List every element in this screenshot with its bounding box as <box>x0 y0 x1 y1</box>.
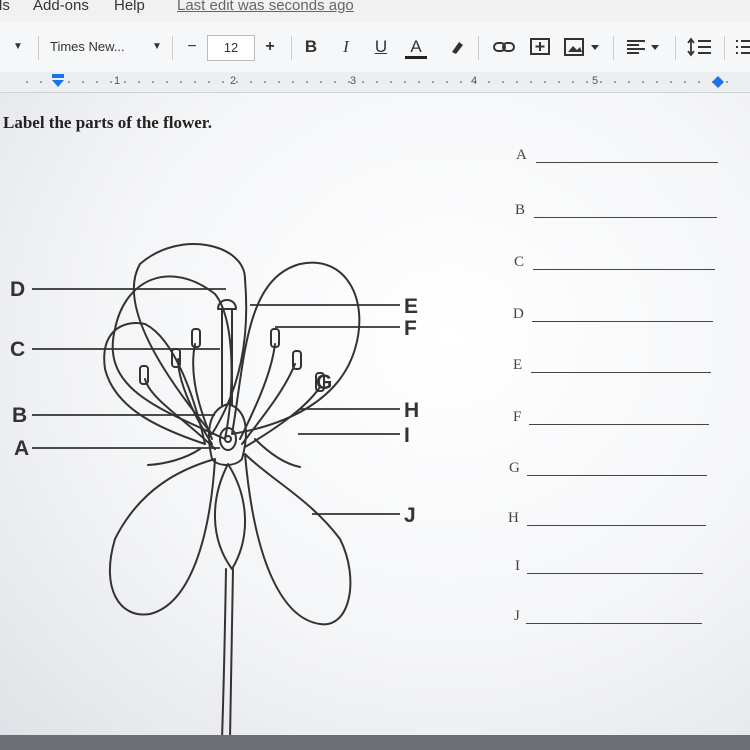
diagram-label-b: B <box>12 404 27 427</box>
answer-row-a: A <box>516 147 718 164</box>
insert-image-icon[interactable] <box>562 35 604 59</box>
link-icon[interactable] <box>490 35 518 59</box>
petal-bottom-right <box>244 453 352 626</box>
last-edit-link[interactable]: Last edit was seconds ago <box>177 0 354 14</box>
answer-blank[interactable] <box>529 424 709 425</box>
menu-help[interactable]: Help <box>114 0 145 14</box>
ovule-core <box>224 435 232 443</box>
sepal <box>213 463 247 570</box>
answer-letter: A <box>516 147 527 163</box>
increase-font-size-button[interactable]: + <box>260 35 280 59</box>
toolbar-divider <box>172 36 173 60</box>
answer-row-i: I <box>515 558 703 575</box>
menu-addons[interactable]: Add-ons <box>33 0 89 14</box>
highlight-icon[interactable] <box>445 35 469 59</box>
right-indent-marker-icon[interactable] <box>710 76 726 90</box>
toolbar-divider <box>291 36 292 60</box>
diagram-label-g: G <box>316 371 332 394</box>
answer-blank[interactable] <box>531 372 711 373</box>
answer-letter: C <box>514 254 525 270</box>
font-family-value: Times New... <box>50 39 125 54</box>
left-indent-marker-icon[interactable] <box>50 74 66 88</box>
answer-row-g: G <box>509 460 707 477</box>
petal-bottom-left <box>109 458 216 616</box>
menu-tools[interactable]: ls <box>0 0 10 14</box>
list-icon[interactable] <box>734 35 750 59</box>
stem <box>221 568 227 739</box>
ruler-mark: 4 <box>471 75 478 87</box>
answer-letter: J <box>514 608 520 624</box>
ruler-mark: 2 <box>230 75 237 87</box>
answer-letter: D <box>513 306 524 322</box>
ruler-mark: 5 <box>592 75 599 87</box>
answer-blank[interactable] <box>526 623 702 624</box>
diagram-label-i: I <box>404 424 410 447</box>
answer-letter: I <box>515 558 520 574</box>
ovule <box>219 427 237 451</box>
answer-row-e: E <box>513 357 711 374</box>
answer-letter: H <box>508 510 519 526</box>
sepal-left <box>147 448 201 466</box>
insert-comment-icon[interactable] <box>527 35 553 59</box>
underline-button[interactable]: U <box>370 35 392 59</box>
answer-row-b: B <box>515 202 717 219</box>
toolbar-divider <box>478 36 479 60</box>
text-color-button[interactable]: A <box>405 35 427 59</box>
answer-blank[interactable] <box>532 321 713 322</box>
toolbar-divider <box>38 36 39 60</box>
answer-blank[interactable] <box>527 525 706 526</box>
diagram-label-c: C <box>10 338 25 361</box>
answer-letter: G <box>509 460 520 476</box>
diagram-label-d: D <box>10 278 25 301</box>
font-size-input[interactable]: 12 <box>207 35 255 61</box>
ruler-mark: 3 <box>350 75 357 87</box>
answer-letter: E <box>513 357 523 373</box>
stem-edge <box>229 568 234 739</box>
toolbar-divider <box>724 36 725 60</box>
ruler: 1 2 3 4 5 <box>0 72 750 93</box>
answer-blank[interactable] <box>527 573 703 574</box>
diagram-label-h: H <box>404 399 419 422</box>
diagram-label-e: E <box>404 295 418 318</box>
worksheet-heading: Label the parts of the flower. <box>3 113 213 132</box>
answer-row-c: C <box>514 254 715 271</box>
font-family-select[interactable]: Times New... ▼ <box>50 35 162 59</box>
document-page[interactable]: Label the parts of the flower. A B C D E… <box>0 93 750 750</box>
align-left-icon[interactable] <box>624 35 664 59</box>
chevron-down-icon[interactable]: ▼ <box>10 35 26 59</box>
answer-row-d: D <box>513 306 713 323</box>
answer-letter: F <box>513 409 522 425</box>
ruler-ticks <box>20 81 740 83</box>
toolbar-divider <box>675 36 676 60</box>
menu-bar: ls Add-ons Help Last edit was seconds ag… <box>0 0 750 22</box>
answer-blank[interactable] <box>527 475 707 476</box>
anther <box>139 365 149 385</box>
answer-blank[interactable] <box>536 162 718 163</box>
diagram-label-j: J <box>404 504 416 527</box>
anther <box>191 328 201 348</box>
ruler-mark: 1 <box>114 75 121 87</box>
bold-button[interactable]: B <box>300 35 322 59</box>
flower-diagram: D C B A E F G H I J <box>10 243 419 739</box>
answer-row-h: H <box>508 510 706 527</box>
decrease-font-size-button[interactable]: − <box>182 35 202 59</box>
bottom-bar <box>0 735 750 750</box>
toolbar: ▼ Times New... ▼ − 12 + B I U A <box>0 22 750 73</box>
toolbar-divider <box>613 36 614 60</box>
answer-blank[interactable] <box>533 269 715 270</box>
answer-row-f: F <box>513 409 709 426</box>
line-spacing-icon[interactable] <box>686 35 714 59</box>
answer-blank[interactable] <box>534 217 717 218</box>
italic-button[interactable]: I <box>335 35 357 59</box>
answer-letter: B <box>515 202 526 218</box>
chevron-down-icon: ▼ <box>152 41 162 52</box>
diagram-label-f: F <box>404 317 417 340</box>
diagram-label-a: A <box>14 437 29 460</box>
answer-row-j: J <box>514 608 702 625</box>
sepal-right <box>254 438 301 468</box>
